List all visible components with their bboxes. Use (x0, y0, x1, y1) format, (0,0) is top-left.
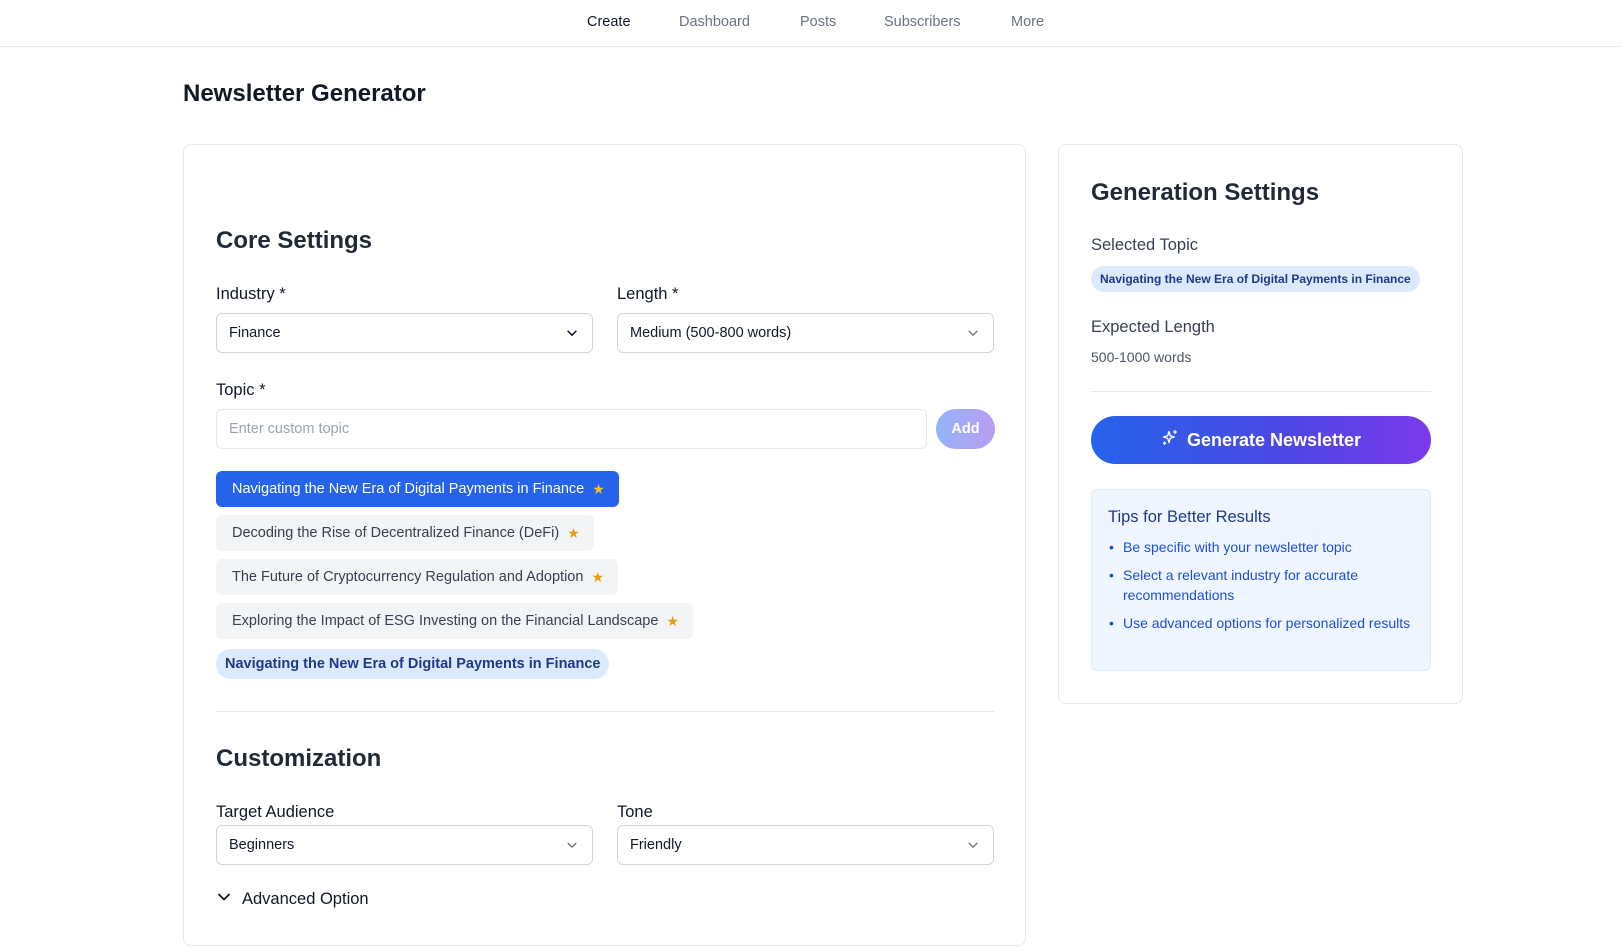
page-title: Newsletter Generator (183, 80, 426, 107)
advanced-option-label: Advanced Option (242, 890, 369, 908)
tip-item: Select a relevant industry for accurate … (1108, 565, 1414, 605)
topic-chip-label: Exploring the Impact of ESG Investing on… (232, 613, 659, 629)
industry-label: Industry * (216, 285, 286, 303)
star-icon: ★ (567, 524, 580, 541)
selected-topic-label: Selected Topic (1091, 236, 1199, 254)
selected-topic-badge: Navigating the New Era of Digital Paymen… (1091, 266, 1420, 292)
tone-label: Tone (617, 803, 653, 821)
advanced-option-toggle[interactable]: Advanced Option (216, 889, 369, 910)
chevron-down-icon (965, 837, 981, 853)
nav-item-more[interactable]: More (1011, 14, 1044, 30)
tips-box: Tips for Better Results Be specific with… (1091, 489, 1431, 671)
audience-select-value: Beginners (229, 837, 295, 853)
expected-length-label: Expected Length (1091, 318, 1215, 336)
chevron-down-icon (564, 837, 580, 853)
sparkles-icon (1161, 429, 1179, 452)
generate-newsletter-button[interactable]: Generate Newsletter (1091, 416, 1431, 464)
star-icon: ★ (666, 612, 679, 629)
top-nav: Create Dashboard Posts Subscribers More (0, 0, 1621, 47)
topic-chip[interactable]: Exploring the Impact of ESG Investing on… (216, 603, 693, 639)
topic-chip-label: Decoding the Rise of Decentralized Finan… (232, 525, 560, 541)
audience-label: Target Audience (216, 803, 335, 821)
chevron-down-icon (965, 325, 981, 341)
generation-settings-title: Generation Settings (1091, 179, 1320, 206)
topic-chip[interactable]: Decoding the Rise of Decentralized Finan… (216, 515, 594, 551)
core-settings-title: Core Settings (216, 227, 373, 254)
tip-item: Use advanced options for personalized re… (1108, 613, 1414, 633)
nav-item-subscribers[interactable]: Subscribers (884, 14, 961, 30)
add-topic-button[interactable]: Add (936, 409, 995, 449)
customization-title: Customization (216, 745, 382, 772)
star-icon: ★ (592, 480, 605, 497)
topic-input[interactable] (216, 409, 927, 449)
generation-settings-card: Generation Settings Selected Topic Navig… (1058, 144, 1463, 704)
nav-item-posts[interactable]: Posts (800, 14, 836, 30)
section-divider (216, 711, 994, 712)
tips-list: Be specific with your newsletter topic S… (1108, 537, 1414, 633)
nav-item-create[interactable]: Create (587, 14, 631, 30)
topic-chip[interactable]: The Future of Cryptocurrency Regulation … (216, 559, 618, 595)
length-label: Length * (617, 285, 679, 303)
industry-select-value: Finance (229, 325, 281, 341)
audience-select[interactable]: Beginners (216, 825, 593, 865)
industry-select[interactable]: Finance (216, 313, 593, 353)
chevron-down-icon (564, 325, 580, 341)
selected-topic-pill: Navigating the New Era of Digital Paymen… (216, 649, 610, 679)
tone-select[interactable]: Friendly (617, 825, 994, 865)
star-icon: ★ (591, 568, 604, 585)
side-divider (1091, 391, 1431, 392)
tip-item: Be specific with your newsletter topic (1108, 537, 1414, 557)
tips-title: Tips for Better Results (1108, 508, 1271, 526)
expected-length-value: 500-1000 words (1091, 349, 1192, 365)
chevron-down-icon (216, 889, 232, 910)
generate-newsletter-label: Generate Newsletter (1186, 429, 1362, 450)
topic-label: Topic * (216, 381, 266, 399)
tone-select-value: Friendly (630, 837, 682, 853)
nav-item-dashboard[interactable]: Dashboard (679, 14, 750, 30)
topic-chip-label: The Future of Cryptocurrency Regulation … (232, 569, 584, 585)
topic-chip-label: Navigating the New Era of Digital Paymen… (232, 481, 585, 497)
length-select-value: Medium (500-800 words) (630, 325, 792, 341)
length-select[interactable]: Medium (500-800 words) (617, 313, 994, 353)
settings-card: Core Settings Industry * Finance Length … (183, 144, 1026, 946)
topic-chip[interactable]: Navigating the New Era of Digital Paymen… (216, 471, 619, 507)
